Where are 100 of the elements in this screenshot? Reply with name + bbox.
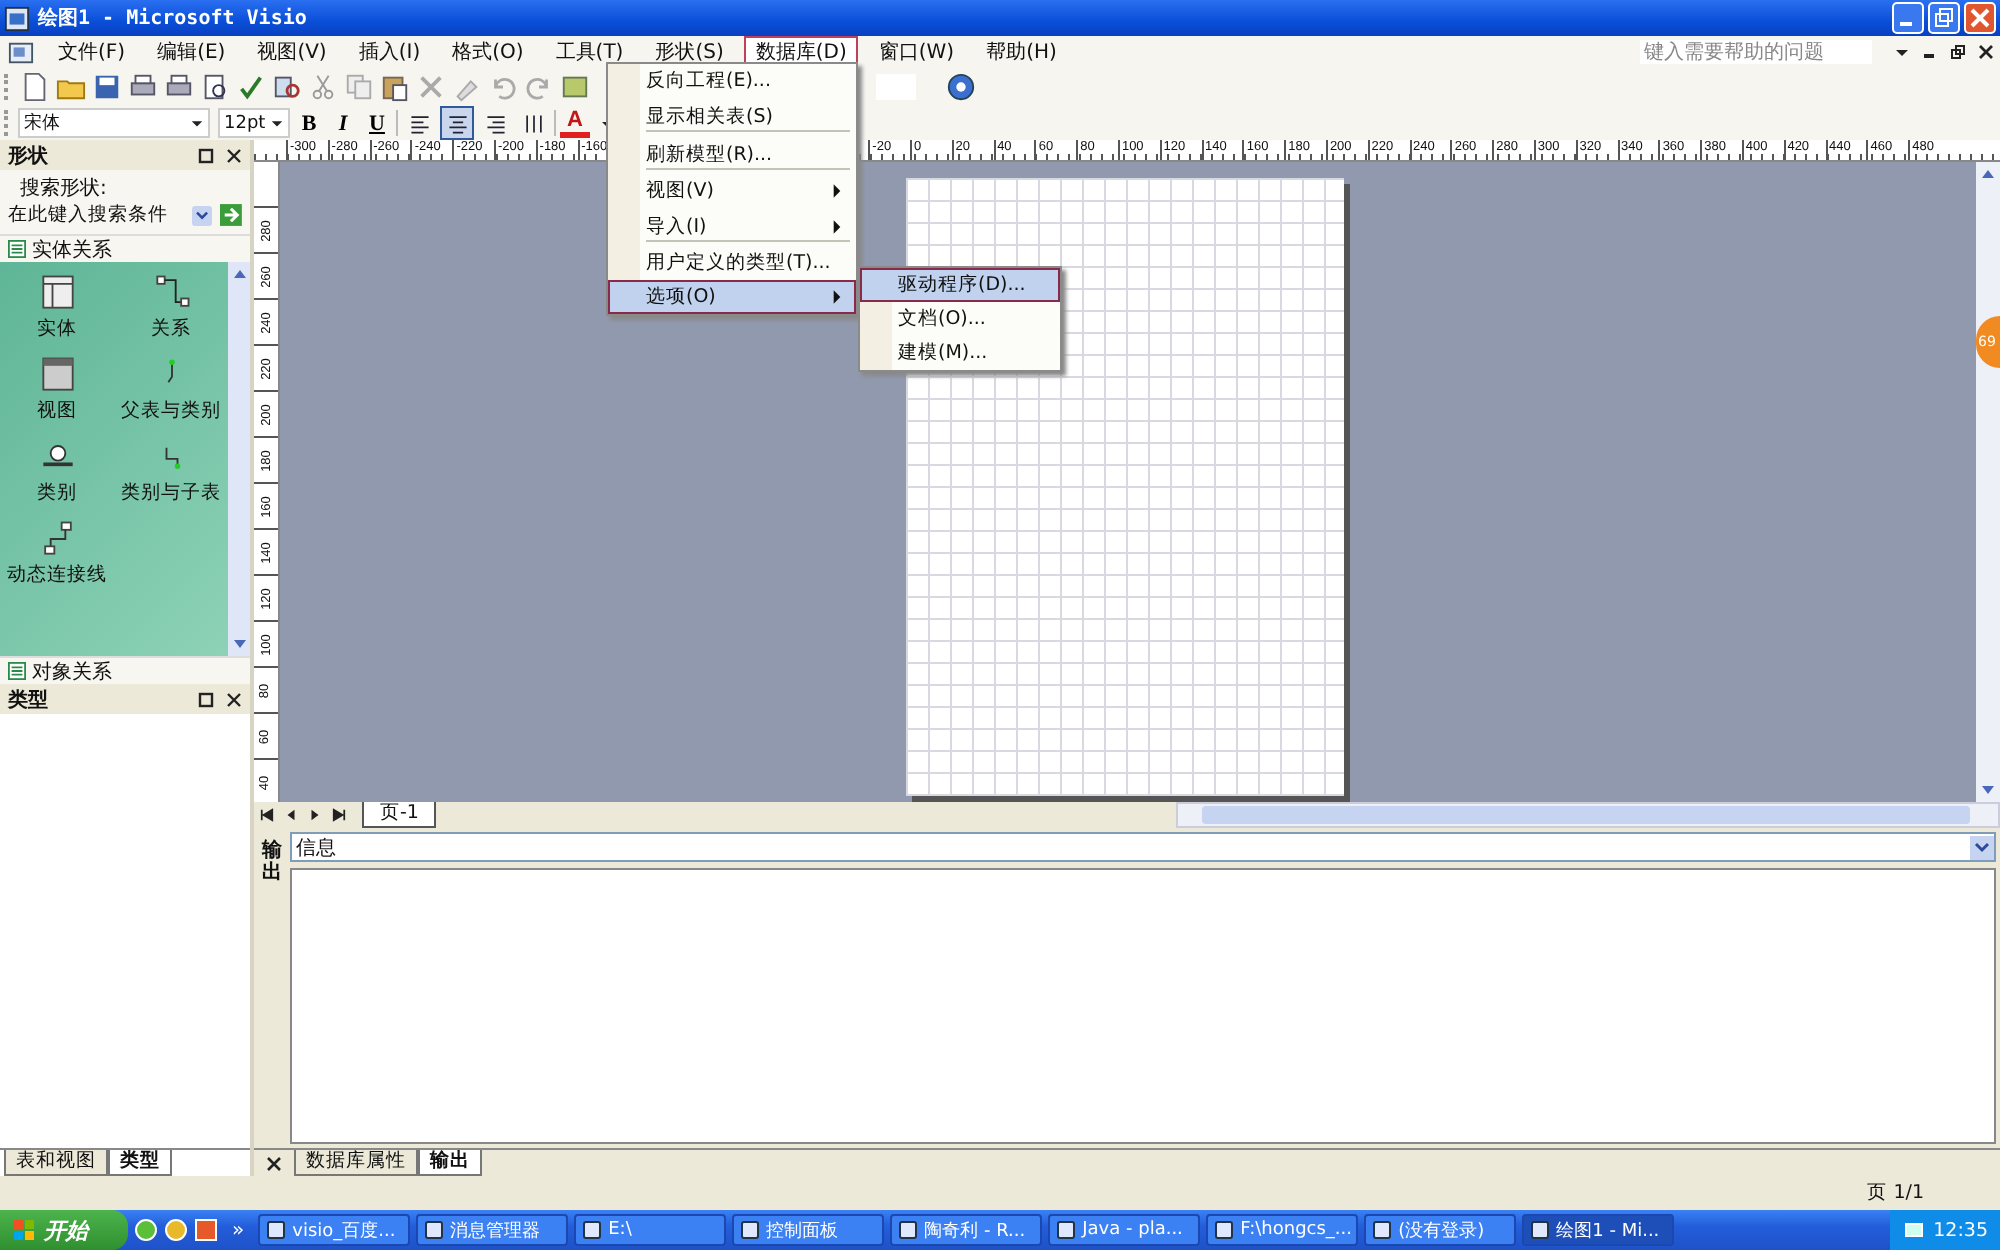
previous-page-icon[interactable] (284, 808, 298, 822)
dropdown-icon[interactable] (190, 116, 204, 130)
sheet-tab[interactable]: 表和视图 (4, 1150, 108, 1176)
stencil-icon (8, 240, 26, 258)
help-search-field[interactable]: 键入需要帮助的问题 (1640, 40, 1872, 64)
window-icon (898, 1220, 919, 1240)
next-page-icon[interactable] (308, 808, 322, 822)
scroll-up-icon[interactable] (231, 266, 247, 282)
menu-item[interactable]: 窗口(W) (866, 35, 967, 69)
scrollbar[interactable] (228, 262, 250, 656)
menu-item[interactable]: 视图(V) (608, 174, 856, 208)
dropdown-icon[interactable] (270, 116, 284, 130)
window-icon (1530, 1220, 1551, 1240)
menu-item[interactable]: 格式(O) (440, 35, 536, 69)
stencil-icon (8, 662, 26, 680)
menu-item[interactable]: 建模(M)... (860, 336, 1060, 370)
paste-icon[interactable] (380, 72, 410, 102)
menu-item[interactable]: 选项(O) (608, 280, 856, 314)
research-icon[interactable] (272, 72, 302, 102)
maximize-icon[interactable] (198, 691, 214, 707)
first-page-icon[interactable] (260, 808, 274, 822)
scroll-up-icon[interactable] (1980, 166, 1996, 182)
taskbar-button[interactable]: visio_百度... (258, 1214, 411, 1246)
font-name: 宋体 (24, 111, 60, 136)
stencil-header[interactable]: 实体关系 (0, 234, 250, 262)
font-size: 12pt (224, 113, 266, 133)
close-icon[interactable] (226, 147, 242, 163)
menu-item[interactable]: 编辑(E) (145, 35, 238, 69)
more-button[interactable]: » (224, 1219, 253, 1241)
taskbar-button[interactable]: 绘图1 - Mi... (1522, 1214, 1675, 1246)
save-icon[interactable] (92, 72, 122, 102)
menu-item[interactable]: 反向工程(E)... (608, 64, 856, 98)
taskbar-button[interactable]: 消息管理器 (416, 1214, 569, 1246)
sheet-tab[interactable]: 类型 (108, 1150, 172, 1176)
restore-button[interactable] (1928, 2, 1960, 34)
submenu-arrow-icon (832, 290, 842, 304)
shape-label: 父表与类别 (121, 398, 221, 424)
align-distribute-icon (521, 111, 545, 135)
window-icon (1214, 1220, 1235, 1240)
search-field[interactable]: 在此键入搜索条件 (8, 204, 188, 226)
window-icon (266, 1220, 287, 1240)
dropdown-icon[interactable] (192, 203, 213, 227)
italic-button[interactable]: I (328, 108, 358, 138)
menu-item[interactable]: 形状(S) (643, 35, 736, 69)
menu-item[interactable]: 用户定义的类型(T)... (608, 246, 856, 280)
window-icon (424, 1220, 445, 1240)
align-center-button[interactable] (440, 106, 474, 140)
align-center-icon (445, 111, 469, 135)
menu-item[interactable]: 驱动程序(D)... (860, 268, 1060, 302)
close-button[interactable] (1964, 2, 1996, 34)
menu-item[interactable]: 文档(O)... (860, 302, 1060, 336)
taskbar-button[interactable]: E:\ (574, 1214, 727, 1246)
bold-button[interactable]: B (294, 108, 324, 138)
print-preview-icon[interactable] (200, 72, 230, 102)
window-icon (1372, 1220, 1393, 1240)
pane-tab[interactable]: 数据库属性 (294, 1150, 418, 1176)
minimize-button[interactable] (1892, 2, 1924, 34)
page-tab[interactable]: 页-1 (362, 802, 437, 828)
submenu-arrow-icon (832, 219, 842, 233)
spelling-icon[interactable] (236, 72, 266, 102)
font-field[interactable]: 宋体 (18, 108, 210, 138)
pane-tab[interactable]: 输出 (418, 1150, 482, 1176)
restore-icon[interactable] (1950, 44, 1966, 60)
menu-item[interactable]: 文件(F) (46, 35, 138, 69)
network-icon[interactable] (1901, 1218, 1926, 1242)
pane-title: 输出 (262, 840, 282, 888)
app-icon (4, 5, 30, 31)
go-arrow-icon[interactable] (220, 202, 242, 228)
menu-item[interactable]: 插入(I) (346, 35, 433, 69)
taskbar-button[interactable]: 控制面板 (732, 1214, 885, 1246)
last-page-icon[interactable] (332, 808, 346, 822)
scroll-down-icon[interactable] (231, 636, 247, 652)
dropdown-icon[interactable] (1970, 835, 1994, 859)
close-icon[interactable] (1978, 44, 1994, 60)
font-size-field[interactable]: 12pt (218, 108, 290, 138)
underline-button[interactable]: U (362, 108, 392, 138)
stencil-name: 实体关系 (32, 237, 112, 263)
taskbar-button[interactable]: F:\hongcs_... (1206, 1214, 1359, 1246)
windows-logo-icon (12, 1218, 36, 1242)
menu-item[interactable]: 工具(T) (543, 35, 636, 69)
close-icon[interactable] (226, 691, 242, 707)
stencil-header[interactable]: 对象关系 (0, 656, 250, 684)
horizontal-scrollbar[interactable] (1176, 802, 2000, 828)
shape-label: 类别 (37, 480, 77, 506)
maximize-icon[interactable] (198, 147, 214, 163)
menu-item[interactable]: 视图(V) (245, 35, 339, 69)
taskbar-button[interactable]: Java - pla... (1048, 1214, 1201, 1246)
menu-item[interactable]: 帮助(H) (974, 35, 1069, 69)
clock: 12:35 (1933, 1219, 1988, 1241)
dropdown-icon[interactable] (1894, 44, 1910, 60)
new-document-icon[interactable] (20, 72, 50, 102)
close-icon[interactable] (266, 1156, 282, 1172)
document-icon[interactable] (8, 39, 34, 65)
taskbar-button[interactable]: (没有登录) (1364, 1214, 1517, 1246)
help-icon[interactable] (946, 72, 976, 102)
align-right-icon (483, 111, 507, 135)
scrollbar[interactable] (1976, 162, 2000, 802)
scroll-down-icon[interactable] (1980, 782, 1996, 798)
message-field[interactable]: 信息 (290, 832, 1996, 862)
taskbar-button[interactable]: 陶奇利 - R... (890, 1214, 1043, 1246)
